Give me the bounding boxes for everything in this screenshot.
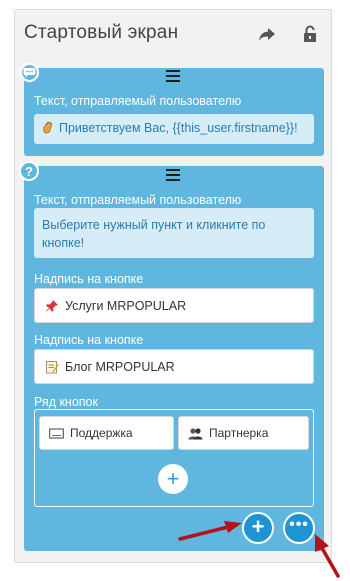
drag-handle-icon[interactable] bbox=[166, 169, 180, 181]
row-button-partner[interactable]: Партнерка bbox=[178, 416, 309, 450]
waving-hand-icon bbox=[42, 121, 55, 137]
message-text-value: Приветствуем Вас, {{this_user.firstname}… bbox=[59, 121, 298, 135]
button-row-label: Ряд кнопок bbox=[34, 395, 98, 409]
message-text[interactable]: Приветствуем Вас, {{this_user.firstname}… bbox=[34, 114, 314, 144]
unlock-icon[interactable] bbox=[300, 24, 320, 44]
memo-icon bbox=[45, 360, 59, 374]
text-label: Текст, отправляемый пользователю bbox=[34, 193, 242, 207]
annotation-arrow bbox=[315, 534, 340, 578]
drag-handle-icon[interactable] bbox=[166, 70, 180, 82]
button-caption-label: Надпись на кнопке bbox=[34, 272, 144, 286]
keyboard-icon bbox=[49, 428, 64, 439]
message-text[interactable]: Выберите нужный пункт и кликните по кноп… bbox=[34, 208, 314, 258]
text-label: Текст, отправляемый пользователю bbox=[34, 94, 242, 108]
row-button-support[interactable]: Поддержка bbox=[39, 416, 174, 450]
add-row-button[interactable]: + bbox=[158, 464, 188, 494]
question-icon: ? bbox=[19, 161, 39, 181]
chat-bubble-icon bbox=[20, 63, 39, 82]
screen-title: Стартовый экран bbox=[24, 22, 179, 43]
share-icon[interactable] bbox=[257, 24, 277, 44]
pushpin-icon bbox=[45, 299, 59, 313]
button-caption-input[interactable]: Услуги MRPOPULAR bbox=[34, 288, 314, 323]
annotation-arrow bbox=[178, 521, 242, 541]
add-block-button[interactable]: + bbox=[242, 512, 274, 544]
people-icon bbox=[188, 427, 203, 440]
button-caption-input[interactable]: Блог MRPOPULAR bbox=[34, 349, 314, 384]
button-caption-label: Надпись на кнопке bbox=[34, 333, 144, 347]
